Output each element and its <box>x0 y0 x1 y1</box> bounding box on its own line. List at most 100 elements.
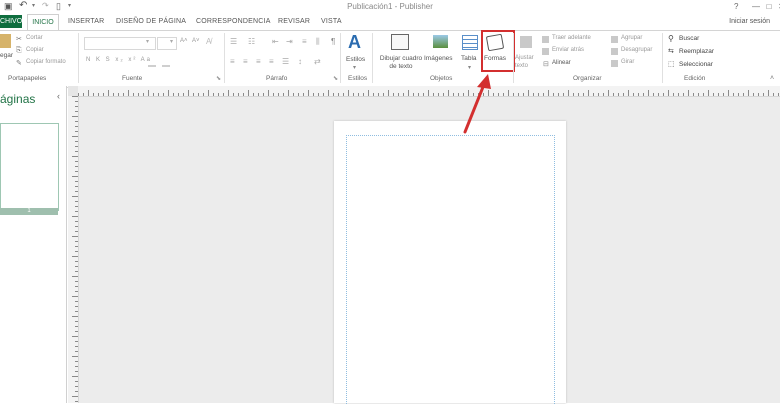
group-icon[interactable] <box>611 36 618 43</box>
show-paragraph-marks-button[interactable]: ¶ <box>331 37 335 46</box>
cut-icon[interactable]: ✂ <box>16 35 22 43</box>
replace-button[interactable]: Reemplazar <box>679 48 714 55</box>
wrap-text-icon[interactable] <box>520 36 532 48</box>
tab-page-design[interactable]: DISEÑO DE PÁGINA <box>116 18 186 25</box>
paragraph-spacing-icon[interactable]: ↕ <box>298 57 302 66</box>
images-button[interactable]: Imágenes <box>424 55 453 62</box>
ruler-tick <box>558 93 559 96</box>
ruler-tick <box>433 93 434 96</box>
align-left-icon[interactable]: ≡ <box>230 57 235 66</box>
bullets-icon[interactable]: ☰ <box>230 37 237 46</box>
window-controls[interactable]: — □ ✕ <box>752 2 780 11</box>
ruler-tick <box>72 156 78 157</box>
columns-icon[interactable]: ⫼ <box>316 37 320 47</box>
horizontal-ruler[interactable] <box>68 86 780 97</box>
ruler-tick <box>98 93 99 96</box>
bring-forward-icon[interactable] <box>542 36 549 43</box>
increase-indent-icon[interactable]: ⇥ <box>286 37 293 46</box>
font-size-input[interactable] <box>157 37 177 50</box>
decrease-indent-icon[interactable]: ⇤ <box>272 37 279 46</box>
shrink-font-button[interactable]: A˅ <box>192 38 200 44</box>
collapse-ribbon-icon[interactable]: ˄ <box>770 75 774 82</box>
help-icon[interactable]: ? <box>734 2 738 11</box>
page-thumbnail[interactable] <box>0 123 59 211</box>
format-painter-button[interactable]: Copiar formato <box>26 59 66 65</box>
styles-button[interactable]: Estilos <box>346 56 365 63</box>
cut-button[interactable]: Cortar <box>26 35 43 41</box>
format-painter-icon[interactable]: ✎ <box>16 59 22 67</box>
collapse-pane-icon[interactable]: ‹ <box>57 91 60 101</box>
send-backward-button[interactable]: Enviar atrás <box>552 47 584 53</box>
ruler-tick <box>723 93 724 96</box>
select-button[interactable]: Seleccionar <box>679 61 713 68</box>
ungroup-button[interactable]: Desagrupar <box>621 47 652 53</box>
distribute-icon[interactable]: ☰ <box>282 57 289 66</box>
send-backward-icon[interactable] <box>542 48 549 55</box>
font-launcher-icon[interactable]: ⬊ <box>216 75 221 82</box>
text-direction-icon[interactable]: ⇄ <box>314 57 321 66</box>
paste-button[interactable]: egar <box>0 52 13 59</box>
tab-home[interactable]: INICIO <box>27 14 59 31</box>
grow-font-button[interactable]: A˄ <box>180 38 188 44</box>
ruler-tick <box>538 93 539 96</box>
replace-icon[interactable]: ⇆ <box>668 47 674 55</box>
styles-dropdown-icon[interactable]: ▾ <box>353 64 356 71</box>
font-color-icon[interactable] <box>162 57 170 67</box>
bring-forward-button[interactable]: Traer adelante <box>552 35 591 41</box>
font-style-buttons[interactable]: N K S x₂ x² Aa <box>86 57 152 63</box>
tab-mailings[interactable]: CORRESPONDENCIA <box>196 18 271 25</box>
numbering-icon[interactable]: ☷ <box>248 37 255 46</box>
copy-icon[interactable]: ⎘ <box>16 47 22 55</box>
images-icon[interactable] <box>433 35 448 48</box>
ruler-tick <box>423 93 424 96</box>
ruler-tick <box>578 93 579 96</box>
find-button[interactable]: Buscar <box>679 35 699 42</box>
tab-insert[interactable]: INSERTAR <box>68 18 104 25</box>
align-right-icon[interactable]: ≡ <box>256 57 261 66</box>
group-divider <box>340 33 341 83</box>
align-button[interactable]: Alinear <box>552 60 571 66</box>
align-center-icon[interactable]: ≡ <box>243 57 248 66</box>
justify-icon[interactable]: ≡ <box>269 57 274 66</box>
page-thumbnail-number: 1 <box>0 208 58 215</box>
ruler-tick <box>368 90 369 96</box>
draw-textbox-button[interactable]: Dibujar cuadro de texto <box>376 55 426 71</box>
ruler-tick <box>543 93 544 96</box>
select-icon[interactable]: ⬚ <box>668 60 675 68</box>
copy-button[interactable]: Copiar <box>26 47 44 53</box>
line-spacing-icon[interactable]: ≡ <box>302 37 307 46</box>
font-name-dropdown-icon[interactable]: ▾ <box>146 38 149 45</box>
group-button[interactable]: Agrupar <box>621 35 642 41</box>
ruler-tick <box>148 90 149 96</box>
ruler-tick <box>103 93 104 96</box>
ungroup-icon[interactable] <box>611 48 618 55</box>
ruler-tick <box>683 93 684 96</box>
wrap-text-button[interactable]: Ajustar texto <box>515 54 539 70</box>
highlight-color-icon[interactable] <box>148 57 156 67</box>
ruler-tick <box>313 93 314 96</box>
ruler-tick <box>328 90 329 96</box>
tab-review[interactable]: REVISAR <box>278 18 310 25</box>
find-icon[interactable]: ⚲ <box>668 34 674 43</box>
editing-group-label: Edición <box>684 75 706 82</box>
ruler-tick <box>428 90 429 96</box>
paragraph-launcher-icon[interactable]: ⬊ <box>333 75 338 82</box>
font-size-dropdown-icon[interactable]: ▾ <box>170 38 173 45</box>
sign-in-link[interactable]: Iniciar sesión <box>729 18 770 25</box>
ruler-tick <box>75 171 78 172</box>
vertical-ruler[interactable] <box>68 96 79 403</box>
ruler-tick <box>75 361 78 362</box>
clear-format-icon[interactable]: A̸ <box>206 37 211 46</box>
ruler-tick <box>113 93 114 96</box>
tab-file[interactable]: CHIVO <box>0 15 22 28</box>
textbox-icon[interactable] <box>391 34 409 50</box>
tab-view[interactable]: VISTA <box>321 18 342 25</box>
table-icon[interactable] <box>462 35 478 50</box>
align-icon[interactable]: ⊟ <box>543 60 549 68</box>
rotate-button[interactable]: Girar <box>621 59 634 65</box>
styles-icon[interactable]: A <box>348 32 361 53</box>
table-button[interactable]: Tabla <box>461 55 477 62</box>
ruler-tick <box>388 90 389 96</box>
rotate-icon[interactable] <box>611 60 618 67</box>
paste-icon[interactable] <box>0 34 11 48</box>
